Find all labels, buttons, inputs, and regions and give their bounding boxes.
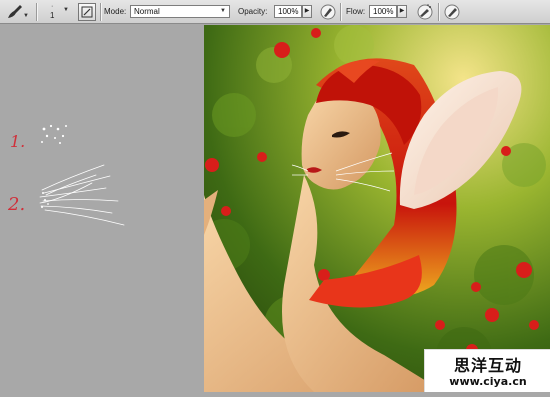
mode-value: Normal xyxy=(134,7,160,16)
document-canvas[interactable] xyxy=(204,25,550,392)
svg-text:▼: ▼ xyxy=(23,13,29,19)
brush-size-value: 1 xyxy=(50,11,55,20)
watermark-title: 思洋互动 xyxy=(453,356,522,375)
step-1-label: 1. xyxy=(10,132,25,151)
brush-panel-toggle-icon xyxy=(81,6,93,18)
triangle-right-icon: ▶ xyxy=(304,8,310,14)
pressure-opacity-icon xyxy=(320,4,336,20)
airbrush-icon xyxy=(417,4,433,20)
dropdown-arrow-icon: ▼ xyxy=(63,7,69,13)
flow-input[interactable]: 100% xyxy=(369,5,397,18)
opacity-input[interactable]: 100% xyxy=(274,5,302,18)
flow-value: 100% xyxy=(373,7,394,16)
mode-select[interactable]: Normal ▼ xyxy=(130,5,230,18)
separator xyxy=(340,3,341,21)
separator xyxy=(100,3,101,21)
pressure-size-button[interactable] xyxy=(442,2,462,22)
mode-label: Mode: xyxy=(104,7,127,16)
watermark-url: www.ciya.cn xyxy=(449,375,527,388)
pressure-size-icon xyxy=(444,4,460,20)
triangle-right-icon: ▶ xyxy=(399,8,405,14)
airbrush-button[interactable] xyxy=(415,2,435,22)
flow-slider-toggle[interactable]: ▶ xyxy=(397,5,407,18)
tool-preset-picker[interactable]: ▼ xyxy=(4,3,30,21)
brush-tip-dot: · xyxy=(51,3,54,10)
pressure-opacity-button[interactable] xyxy=(318,2,338,22)
brush-preset-picker[interactable]: · 1 ▼ xyxy=(44,3,74,21)
step-2-label: 2. xyxy=(7,194,25,215)
chevron-down-icon: ▼ xyxy=(220,8,226,14)
dot-brush-sample xyxy=(41,124,67,144)
separator xyxy=(36,3,37,21)
brush-sample-canvas[interactable]: 1. 2. xyxy=(0,25,204,392)
brush-panel-toggle[interactable] xyxy=(78,3,96,21)
brush-strokes-sketch: 1. 2. xyxy=(7,124,125,226)
tool-options-bar: ▼ · 1 ▼ Mode: Normal ▼ Opacity: 100% ▶ F… xyxy=(0,0,550,24)
opacity-label: Opacity: xyxy=(238,7,268,16)
brush-icon: ▼ xyxy=(8,5,29,19)
opacity-slider-toggle[interactable]: ▶ xyxy=(302,5,312,18)
whisker-brush-sample xyxy=(39,164,125,226)
flow-label: Flow: xyxy=(346,7,366,16)
watermark: 思洋互动 www.ciya.cn xyxy=(424,349,550,392)
bunny-girl-photo xyxy=(204,25,550,392)
separator xyxy=(438,3,439,21)
opacity-value: 100% xyxy=(278,7,299,16)
